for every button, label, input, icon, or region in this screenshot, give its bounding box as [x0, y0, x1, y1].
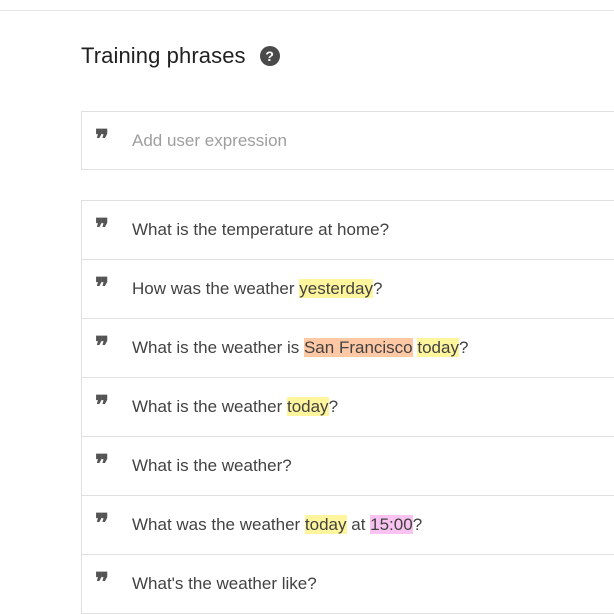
training-phrase-text: What is the weather? — [132, 456, 292, 476]
training-phrase-text: What's the weather like? — [132, 574, 317, 594]
add-user-expression-box[interactable]: ❞ — [81, 111, 614, 170]
section-title: Training phrases — [81, 43, 246, 68]
phrase-segment: What is the weather — [132, 397, 287, 416]
training-phrase-row[interactable]: ❞ What was the weather today at 15:00? — [82, 496, 614, 555]
section-header: Training phrases ? — [81, 40, 280, 72]
phrase-segment: How was the weather — [132, 279, 300, 298]
quote-icon: ❞ — [95, 450, 109, 480]
quote-icon: ❞ — [95, 391, 109, 421]
training-phrase-text: What is the weather today? — [132, 397, 338, 417]
training-phrase-text: What was the weather today at 15:00? — [132, 515, 422, 535]
quote-icon: ❞ — [95, 214, 109, 244]
training-phrase-row[interactable]: ❞ What is the weather today? — [82, 378, 614, 437]
add-user-expression-input[interactable] — [132, 130, 592, 151]
phrase-segment: ? — [412, 515, 423, 534]
quote-icon: ❞ — [95, 332, 109, 362]
phrase-segment: What is the temperature at home? — [132, 220, 390, 239]
quote-icon: ❞ — [95, 509, 109, 539]
training-phrase-row[interactable]: ❞ What is the weather is San Francisco to… — [82, 319, 614, 378]
phrase-segment: What is the weather? — [132, 456, 292, 475]
training-phrase-text: What is the temperature at home? — [132, 220, 389, 240]
training-phrase-row[interactable]: ❞ What is the weather? — [82, 437, 614, 496]
phrase-segment: What's the weather like? — [132, 574, 317, 593]
annotated-entity-yellow[interactable]: today — [417, 338, 459, 357]
annotated-entity-yellow[interactable]: today — [286, 397, 329, 416]
training-phrase-row[interactable]: ❞ What is the temperature at home? — [82, 201, 614, 260]
phrase-segment: What is the weather is — [132, 338, 304, 357]
phrase-segment: ? — [328, 397, 339, 416]
quote-icon: ❞ — [95, 124, 109, 155]
quote-icon: ❞ — [95, 273, 109, 303]
question-mark-circle-icon[interactable]: ? — [259, 46, 280, 66]
training-phrase-text: What is the weather is San Francisco tod… — [132, 338, 468, 358]
phrase-segment: at — [346, 515, 371, 534]
training-phrase-row[interactable]: ❞ What's the weather like? — [82, 555, 614, 614]
phrase-segment: What was the weather — [132, 515, 305, 534]
training-phrase-list: ❞ What is the temperature at home? ❞ How wa… — [81, 200, 614, 614]
annotated-entity-yellow[interactable]: today — [304, 515, 347, 534]
training-phrase-row[interactable]: ❞ How was the weather yesterday? — [82, 260, 614, 319]
quote-icon: ❞ — [95, 568, 109, 598]
training-phrase-text: How was the weather yesterday? — [132, 279, 382, 299]
top-divider — [0, 10, 614, 11]
annotated-entity-orange[interactable]: San Francisco — [303, 338, 413, 357]
phrase-segment: ? — [372, 279, 383, 298]
phrase-segment: ? — [458, 338, 469, 357]
annotated-entity-pink[interactable]: 15:00 — [370, 515, 413, 534]
annotated-entity-yellow[interactable]: yesterday — [299, 279, 373, 298]
